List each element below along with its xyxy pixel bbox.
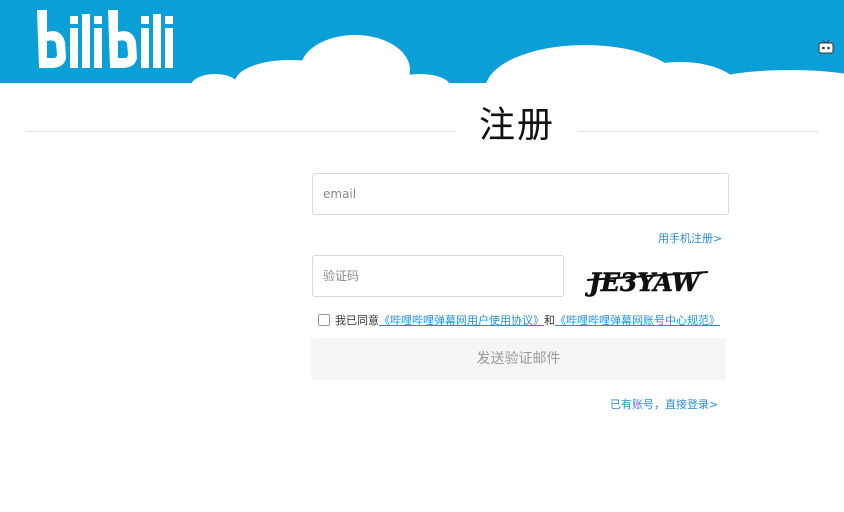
- captcha-input[interactable]: [312, 255, 564, 297]
- agreement-checkbox[interactable]: [318, 314, 330, 326]
- tv-mascot-icon[interactable]: [818, 40, 834, 54]
- send-verification-email-button[interactable]: 发送验证邮件: [311, 338, 726, 380]
- agreement-prefix: 我已同意: [335, 314, 379, 327]
- title-divider-left: [26, 131, 456, 132]
- agreement-conjunction: 和: [544, 314, 555, 327]
- captcha-image[interactable]: JE3YAW: [585, 262, 711, 298]
- title-divider-right: [578, 131, 818, 132]
- agreement-row: 我已同意 《哔哩哔哩弹幕网用户使用协议》 和 《哔哩哔哩弹幕网账号中心规范》: [318, 312, 720, 328]
- phone-register-link[interactable]: 用手机注册>: [658, 230, 722, 246]
- email-input[interactable]: [312, 173, 729, 215]
- login-link[interactable]: 已有账号，直接登录>: [610, 396, 718, 412]
- captcha-image-text: JE3YAW: [585, 268, 703, 297]
- header-banner: [0, 0, 844, 90]
- bilibili-logo[interactable]: [34, 8, 176, 72]
- account-rules-link[interactable]: 《哔哩哔哩弹幕网账号中心规范》: [555, 312, 720, 328]
- page-title: 注册: [478, 105, 555, 146]
- user-agreement-link[interactable]: 《哔哩哔哩弹幕网用户使用协议》: [379, 312, 544, 328]
